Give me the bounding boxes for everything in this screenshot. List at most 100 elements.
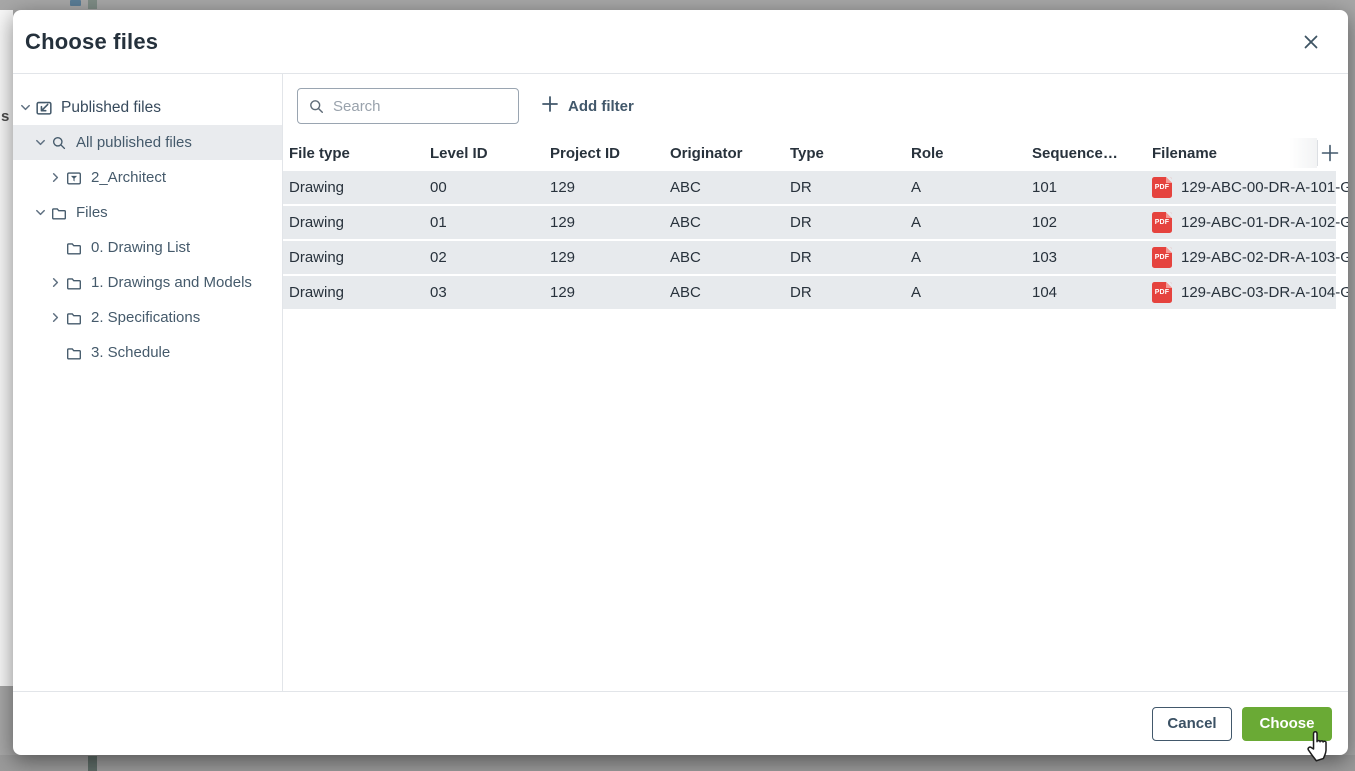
file-table-body: Drawing00129ABCDRA101PDF129-ABC-00-DR-A-… — [283, 171, 1348, 691]
tree-item-label: Published files — [61, 99, 161, 117]
cell-type: DR — [790, 249, 911, 266]
tree-item-label: Files — [76, 204, 108, 221]
cell-filename: PDF 129-ABC-03-DR-A-104-GA — [1152, 282, 1348, 303]
cell-sequence: 101 — [1032, 179, 1152, 196]
table-row[interactable]: Drawing02129ABCDRA103PDF129-ABC-02-DR-A-… — [283, 241, 1348, 274]
table-header-row: File typeLevel IDProject IDOriginatorTyp… — [283, 138, 1348, 168]
chevron-right-icon[interactable] — [47, 171, 63, 184]
add-filter-button[interactable]: Add filter — [541, 88, 634, 124]
folder-tree-sidebar: Published files All published files 2_Arch… — [13, 74, 283, 691]
cell-project-id: 129 — [550, 214, 670, 231]
table-row[interactable]: Drawing01129ABCDRA102PDF129-ABC-01-DR-A-… — [283, 206, 1348, 239]
cell-filename: PDF129-ABC-01-DR-A-102-GA — [1152, 212, 1348, 233]
cell-role: A — [911, 284, 1032, 301]
folder-icon — [63, 309, 84, 327]
column-header-file-type[interactable]: File type — [289, 145, 430, 162]
cell-type: DR — [790, 179, 911, 196]
cell-originator: ABC — [670, 214, 790, 231]
folder-icon — [48, 204, 69, 222]
publish-icon — [33, 98, 54, 118]
cell-sequence: 104 — [1032, 284, 1152, 301]
column-header-project-id[interactable]: Project ID — [550, 145, 670, 162]
choose-files-dialog: Choose files Published files All publishe… — [13, 10, 1348, 755]
folder-icon — [63, 274, 84, 292]
column-header-type[interactable]: Type — [790, 145, 911, 162]
dialog-title: Choose files — [25, 29, 158, 55]
cell-level-id: 01 — [430, 214, 550, 231]
tree-item-label: 3. Schedule — [91, 344, 170, 361]
tree-item-2-specifications[interactable]: 2. Specifications — [13, 300, 282, 335]
search-input-container — [297, 88, 519, 124]
cell-project-id: 129 — [550, 179, 670, 196]
background-scrollbar-fragment-bottom — [88, 756, 97, 771]
dialog-header: Choose files — [13, 10, 1348, 74]
dialog-body: Published files All published files 2_Arch… — [13, 74, 1348, 691]
cell-level-id: 03 — [430, 284, 550, 301]
cell-sequence: 102 — [1032, 214, 1152, 231]
table-row[interactable]: Drawing00129ABCDRA101PDF 129-ABC-00-DR-A-… — [283, 171, 1348, 204]
column-header-sequence[interactable]: Sequence… — [1032, 145, 1152, 162]
cell-type: DR — [790, 214, 911, 231]
cell-file-type: Drawing — [289, 284, 430, 301]
tree-item-1-drawings-and-models[interactable]: 1. Drawings and Models — [13, 265, 282, 300]
cancel-button[interactable]: Cancel — [1152, 707, 1232, 741]
tree-item-label: 2_Architect — [91, 169, 166, 186]
cell-originator: ABC — [670, 179, 790, 196]
cell-filename: PDF 129-ABC-02-DR-A-103-GA — [1152, 247, 1348, 268]
tree-item-label: All published files — [76, 134, 192, 151]
filename-text: 129-ABC-02-DR-A-103-GA — [1181, 249, 1348, 266]
chevron-down-icon[interactable] — [32, 136, 48, 149]
cell-project-id: 129 — [550, 249, 670, 266]
folder-icon — [63, 239, 84, 257]
chevron-right-icon[interactable] — [47, 276, 63, 289]
background-partial-text: s — [1, 108, 9, 125]
chevron-down-icon[interactable] — [32, 206, 48, 219]
cell-level-id: 02 — [430, 249, 550, 266]
choose-button[interactable]: Choose — [1242, 707, 1332, 741]
tree-item-published-files[interactable]: Published files — [13, 90, 282, 125]
pdf-icon: PDF — [1152, 282, 1172, 303]
cell-role: A — [911, 179, 1032, 196]
pdf-icon: PDF — [1152, 177, 1172, 198]
cell-project-id: 129 — [550, 284, 670, 301]
tree-item-2-architect[interactable]: 2_Architect — [13, 160, 282, 195]
cell-role: A — [911, 249, 1032, 266]
search-icon — [308, 98, 325, 115]
pdf-icon: PDF — [1152, 247, 1172, 268]
filename-text: 129-ABC-03-DR-A-104-GA — [1181, 284, 1348, 301]
tree-item-3-schedule[interactable]: 3. Schedule — [13, 335, 282, 370]
dialog-footer: Cancel Choose — [13, 691, 1348, 755]
cell-level-id: 00 — [430, 179, 550, 196]
folder-icon — [63, 344, 84, 362]
tree-item-all-published-files[interactable]: All published files — [13, 125, 282, 160]
cell-file-type: Drawing — [289, 249, 430, 266]
column-header-level-id[interactable]: Level ID — [430, 145, 550, 162]
file-list-pane: Add filter File typeLevel IDProject IDOr… — [283, 74, 1348, 691]
column-header-originator[interactable]: Originator — [670, 145, 790, 162]
cell-file-type: Drawing — [289, 179, 430, 196]
cell-filename: PDF 129-ABC-00-DR-A-101-GA — [1152, 177, 1348, 198]
filename-text: 129-ABC-00-DR-A-101-GA — [1181, 179, 1348, 196]
background-fragment-icon — [70, 0, 81, 6]
background-scrollbar-fragment-top — [88, 0, 97, 9]
add-column-button[interactable] — [1318, 140, 1342, 166]
chevron-down-icon[interactable] — [17, 101, 33, 114]
plus-icon — [541, 95, 559, 117]
tree-item-label: 2. Specifications — [91, 309, 200, 326]
table-row[interactable]: Drawing03129ABCDRA104PDF 129-ABC-03-DR-A-… — [283, 276, 1348, 309]
filename-text: 129-ABC-01-DR-A-102-GA — [1181, 214, 1348, 231]
page-backdrop-bottom — [0, 755, 1355, 771]
cell-type: DR — [790, 284, 911, 301]
cell-role: A — [911, 214, 1032, 231]
chevron-right-icon[interactable] — [47, 311, 63, 324]
cell-originator: ABC — [670, 284, 790, 301]
column-scroll-fade — [1289, 138, 1317, 168]
cell-file-type: Drawing — [289, 214, 430, 231]
tree-item-files[interactable]: Files — [13, 195, 282, 230]
search-input[interactable] — [333, 98, 508, 115]
close-icon[interactable] — [1298, 29, 1324, 55]
tree-item-0-drawing-list[interactable]: 0. Drawing List — [13, 230, 282, 265]
tree-item-label: 0. Drawing List — [91, 239, 190, 256]
column-header-role[interactable]: Role — [911, 145, 1032, 162]
cell-originator: ABC — [670, 249, 790, 266]
